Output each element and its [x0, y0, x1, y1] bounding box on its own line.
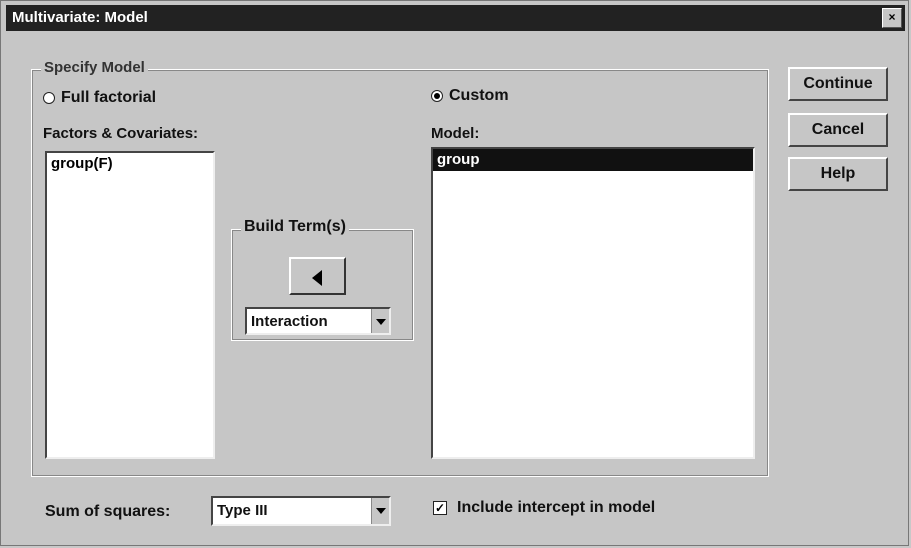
chevron-down-icon[interactable] [371, 309, 389, 333]
build-term-type-select[interactable]: Interaction [245, 307, 391, 335]
full-factorial-radio[interactable]: Full factorial [43, 89, 156, 107]
multivariate-model-dialog: Multivariate: Model × Specify Model Full… [0, 0, 909, 546]
help-button[interactable]: Help [788, 157, 888, 191]
full-factorial-label: Full factorial [61, 89, 157, 106]
sum-of-squares-value: Type III [217, 502, 268, 519]
include-intercept-label: Include intercept in model [457, 499, 656, 516]
sum-of-squares-label: Sum of squares: [45, 503, 171, 520]
radio-on-icon [431, 90, 443, 102]
left-arrow-icon [312, 270, 322, 286]
title-bar: Multivariate: Model × [6, 5, 905, 31]
sum-of-squares-select[interactable]: Type III [211, 496, 391, 526]
continue-button[interactable]: Continue [788, 67, 888, 101]
model-label: Model: [431, 125, 480, 142]
model-list[interactable]: group [431, 147, 755, 459]
factors-covariates-label: Factors & Covariates: [43, 125, 199, 142]
factors-covariates-list[interactable]: group(F) [45, 151, 215, 459]
list-item[interactable]: group(F) [47, 153, 213, 175]
specify-model-legend: Specify Model [41, 59, 148, 76]
list-item[interactable]: group [433, 149, 753, 171]
move-to-model-button[interactable] [289, 257, 346, 295]
build-term-type-value: Interaction [251, 313, 328, 330]
close-icon[interactable]: × [882, 8, 902, 28]
include-intercept-checkbox[interactable]: ✓ [433, 501, 447, 515]
radio-off-icon [43, 92, 55, 104]
build-terms-legend: Build Term(s) [241, 218, 349, 236]
chevron-down-icon[interactable] [371, 498, 389, 524]
custom-label: Custom [449, 87, 509, 104]
window-title: Multivariate: Model [12, 9, 148, 26]
custom-radio[interactable]: Custom [431, 87, 509, 105]
cancel-button[interactable]: Cancel [788, 113, 888, 147]
